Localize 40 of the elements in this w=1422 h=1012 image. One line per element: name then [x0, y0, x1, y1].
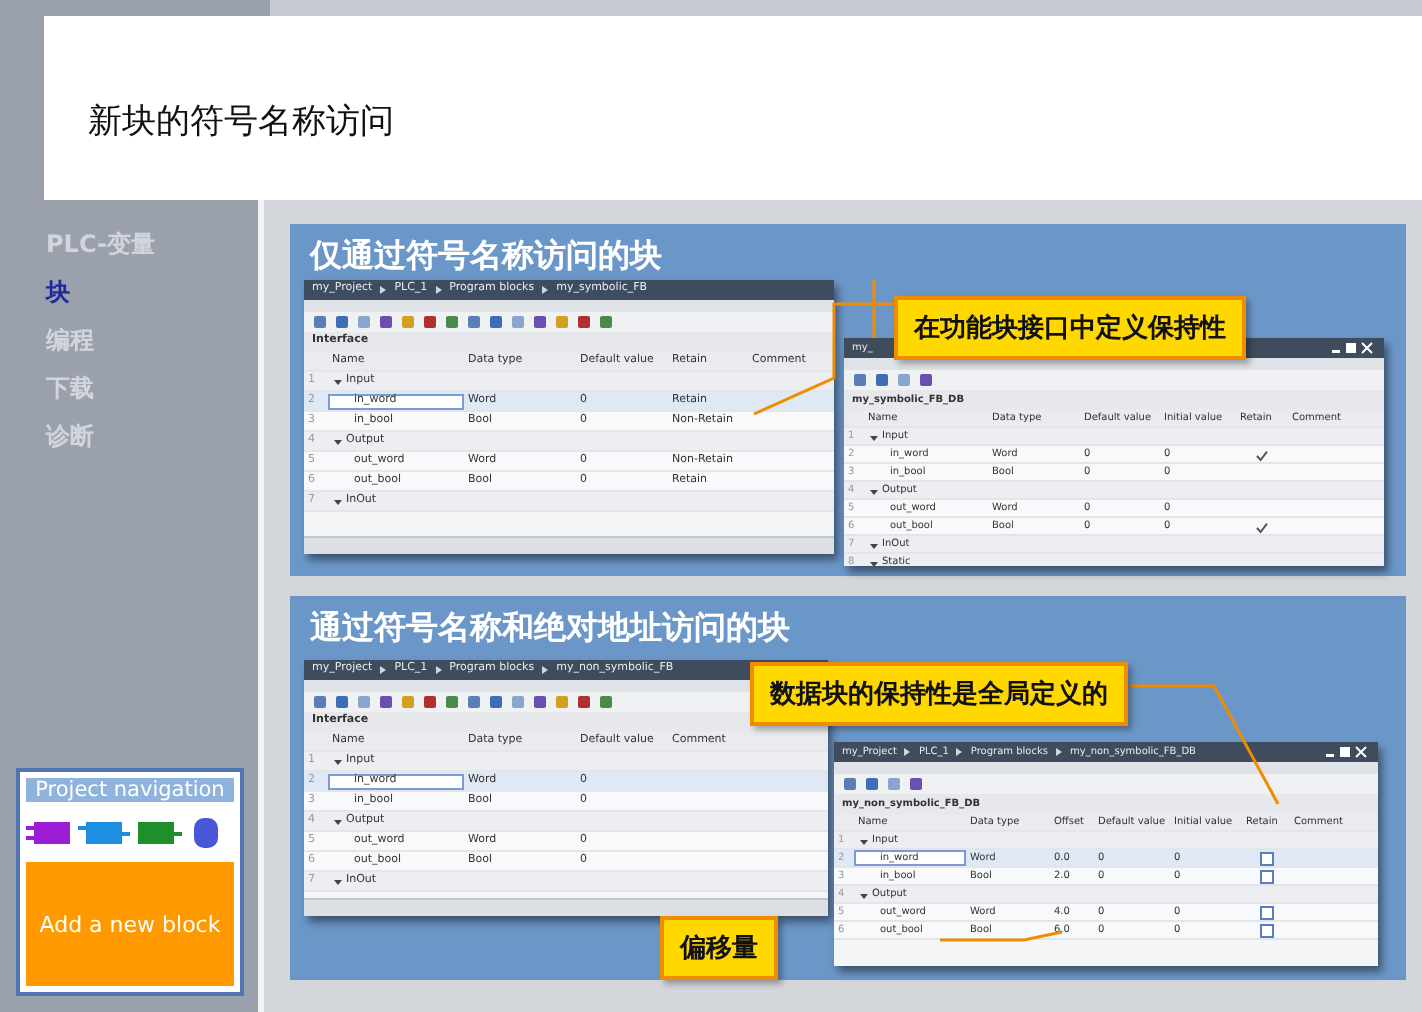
collapse-icon[interactable] [860, 891, 868, 899]
separator-icon [542, 286, 549, 294]
separator-icon [380, 666, 387, 674]
separator-icon [380, 286, 387, 294]
section-heading: 仅通过符号名称访问的块 [307, 234, 664, 278]
checkbox[interactable] [1259, 851, 1273, 865]
panel-title: Project navigation [26, 778, 234, 802]
leader-line [940, 930, 1063, 942]
separator-icon [435, 286, 442, 294]
separator-icon [542, 666, 549, 674]
collapse-icon[interactable] [870, 433, 878, 441]
checkbox[interactable] [1259, 870, 1273, 884]
scrollbar[interactable] [304, 536, 834, 554]
window-controls-icon[interactable] [1326, 746, 1370, 758]
collapse-icon[interactable] [870, 541, 878, 549]
separator-icon [1055, 748, 1062, 756]
callout: 偏移量 [660, 916, 778, 980]
collapse-icon[interactable] [334, 877, 342, 885]
check-icon[interactable] [1256, 449, 1268, 461]
callout: 数据块的保持性是全局定义的 [750, 662, 1128, 726]
section-heading: 通过符号名称和绝对地址访问的块 [308, 606, 792, 650]
collapse-icon[interactable] [334, 817, 342, 825]
collapse-icon[interactable] [870, 487, 878, 495]
separator-icon [956, 748, 963, 756]
collapse-icon[interactable] [334, 437, 342, 445]
checkbox[interactable] [1259, 906, 1273, 920]
check-icon[interactable] [1256, 521, 1268, 533]
scrollbar[interactable] [304, 898, 828, 916]
separator-icon [904, 748, 911, 756]
collapse-icon[interactable] [860, 837, 868, 845]
separator-icon [435, 666, 442, 674]
slide-title: 新块的符号名称访问 [88, 99, 394, 143]
checkbox[interactable] [1259, 924, 1273, 938]
window-controls-icon[interactable] [1332, 342, 1376, 354]
collapse-icon[interactable] [334, 757, 342, 765]
collapse-icon[interactable] [334, 377, 342, 385]
collapse-icon[interactable] [334, 497, 342, 505]
collapse-icon[interactable] [870, 559, 878, 566]
nav-item[interactable]: 块 [46, 276, 70, 310]
callout: 在功能块接口中定义保持性 [894, 296, 1246, 360]
